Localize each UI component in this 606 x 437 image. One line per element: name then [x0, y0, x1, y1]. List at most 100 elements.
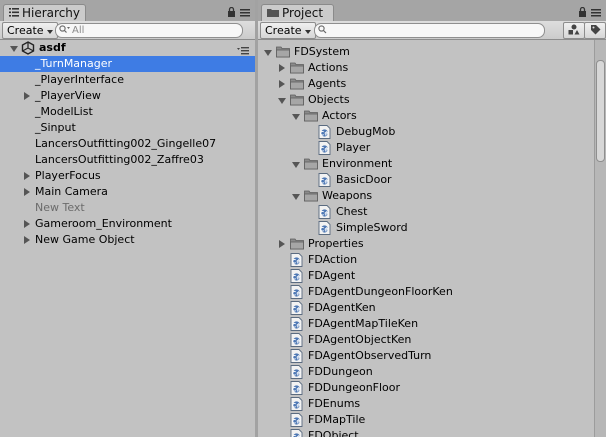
project-script[interactable]: C# FDAgent [258, 268, 606, 284]
project-script[interactable]: C# FDAgentDungeonFloorKen [258, 284, 606, 300]
expand-arrow-icon[interactable] [264, 50, 272, 56]
hierarchy-item[interactable]: _ModelList [0, 104, 255, 120]
folder-icon [290, 237, 304, 251]
expand-arrow-icon[interactable] [279, 64, 285, 72]
project-folder[interactable]: FDSystem [258, 44, 606, 60]
scene-row[interactable]: asdf [0, 40, 255, 56]
hierarchy-item[interactable]: New Game Object [0, 232, 255, 248]
project-item-label: FDAgentKen [308, 301, 376, 314]
project-item-label: FDAgent [308, 269, 356, 282]
project-folder[interactable]: Weapons [258, 188, 606, 204]
svg-text:C#: C# [320, 130, 329, 137]
hierarchy-item[interactable]: PlayerFocus [0, 168, 255, 184]
hierarchy-search-input[interactable]: All [55, 23, 243, 38]
search-icon [318, 24, 327, 37]
project-folder[interactable]: Actors [258, 108, 606, 124]
project-script[interactable]: C# FDAgentMapTileKen [258, 316, 606, 332]
expand-arrow-icon[interactable] [10, 46, 18, 52]
project-item-label: Actions [308, 61, 349, 74]
project-script[interactable]: C# FDAgentObservedTurn [258, 348, 606, 364]
project-item-label: BasicDoor [336, 173, 392, 186]
filter-by-label-button[interactable] [584, 22, 606, 39]
expand-arrow-icon[interactable] [279, 240, 285, 248]
project-search-input[interactable] [314, 23, 545, 38]
expand-arrow-icon[interactable] [24, 172, 30, 180]
project-folder[interactable]: Environment [258, 156, 606, 172]
project-script[interactable]: C# FDAction [258, 252, 606, 268]
project-item-label: FDAgentObjectKen [308, 333, 412, 346]
project-item-label: Actors [322, 109, 357, 122]
svg-text:C#: C# [320, 210, 329, 217]
hierarchy-item[interactable]: _PlayerInterface [0, 72, 255, 88]
csharp-script-icon: C# [290, 429, 304, 437]
expand-arrow-icon[interactable] [292, 162, 300, 168]
panel-menu-icon[interactable] [591, 7, 601, 20]
project-script[interactable]: C# FDAgentKen [258, 300, 606, 316]
project-toolbar: Create [258, 21, 606, 40]
project-scrollbar[interactable] [594, 40, 606, 437]
project-folder[interactable]: Properties [258, 236, 606, 252]
project-folder[interactable]: Objects [258, 92, 606, 108]
hierarchy-create-button[interactable]: Create [2, 22, 58, 39]
hierarchy-item[interactable]: _PlayerView [0, 88, 255, 104]
folder-icon [290, 93, 304, 107]
project-script[interactable]: C# FDAgentObjectKen [258, 332, 606, 348]
project-create-button[interactable]: Create [260, 22, 316, 39]
hierarchy-item[interactable]: _TurnManager [0, 56, 255, 72]
tab-hierarchy[interactable]: Hierarchy [3, 4, 86, 22]
svg-text:C#: C# [292, 258, 301, 265]
folder-icon [290, 61, 304, 75]
project-item-label: FDObject [308, 429, 359, 437]
project-script[interactable]: C# FDEnums [258, 396, 606, 412]
expand-arrow-icon[interactable] [292, 194, 300, 200]
hierarchy-item[interactable]: _Sinput [0, 120, 255, 136]
project-script[interactable]: C# BasicDoor [258, 172, 606, 188]
hierarchy-item[interactable]: LancersOutfitting002_Zaffre03 [0, 152, 255, 168]
svg-text:C#: C# [320, 178, 329, 185]
svg-text:C#: C# [292, 386, 301, 393]
project-script[interactable]: C# FDMapTile [258, 412, 606, 428]
expand-arrow-icon[interactable] [24, 236, 30, 244]
expand-arrow-icon[interactable] [278, 98, 286, 104]
project-script[interactable]: C# FDDungeon [258, 364, 606, 380]
project-folder[interactable]: Agents [258, 76, 606, 92]
csharp-script-icon: C# [290, 285, 304, 299]
hierarchy-item-label: New Game Object [35, 233, 135, 246]
csharp-script-icon: C# [318, 221, 332, 235]
hierarchy-item-label: Gameroom_Environment [35, 217, 172, 230]
csharp-script-icon: C# [290, 301, 304, 315]
expand-arrow-icon[interactable] [24, 92, 30, 100]
folder-icon [304, 109, 318, 123]
search-icon [59, 24, 70, 37]
filter-type-icon [568, 24, 580, 38]
lock-icon[interactable] [578, 6, 587, 20]
folder-tab-icon [267, 5, 279, 22]
project-script[interactable]: C# Chest [258, 204, 606, 220]
tab-project[interactable]: Project [261, 4, 334, 22]
panel-menu-icon[interactable] [240, 7, 250, 20]
tab-project-label: Project [282, 6, 324, 20]
expand-arrow-icon[interactable] [24, 220, 30, 228]
lock-icon[interactable] [227, 6, 236, 20]
hierarchy-item[interactable]: New Text [0, 200, 255, 216]
project-item-label: FDSystem [294, 45, 350, 58]
project-script[interactable]: C# SimpleSword [258, 220, 606, 236]
filter-by-type-button[interactable] [563, 22, 585, 39]
scrollbar-thumb[interactable] [596, 60, 605, 162]
expand-arrow-icon[interactable] [279, 80, 285, 88]
csharp-script-icon: C# [318, 125, 332, 139]
hierarchy-item[interactable]: Main Camera [0, 184, 255, 200]
project-script[interactable]: C# FDDungeonFloor [258, 380, 606, 396]
hierarchy-item[interactable]: Gameroom_Environment [0, 216, 255, 232]
project-folder[interactable]: Actions [258, 60, 606, 76]
expand-arrow-icon[interactable] [24, 188, 30, 196]
project-script[interactable]: C# FDObject [258, 428, 606, 437]
hierarchy-item[interactable]: LancersOutfitting002_Gingelle07 [0, 136, 255, 152]
project-script[interactable]: C# Player [258, 140, 606, 156]
svg-text:C#: C# [292, 418, 301, 425]
csharp-script-icon: C# [290, 253, 304, 267]
svg-text:C#: C# [292, 274, 301, 281]
expand-arrow-icon[interactable] [292, 114, 300, 120]
csharp-script-icon: C# [290, 413, 304, 427]
project-script[interactable]: C# DebugMob [258, 124, 606, 140]
